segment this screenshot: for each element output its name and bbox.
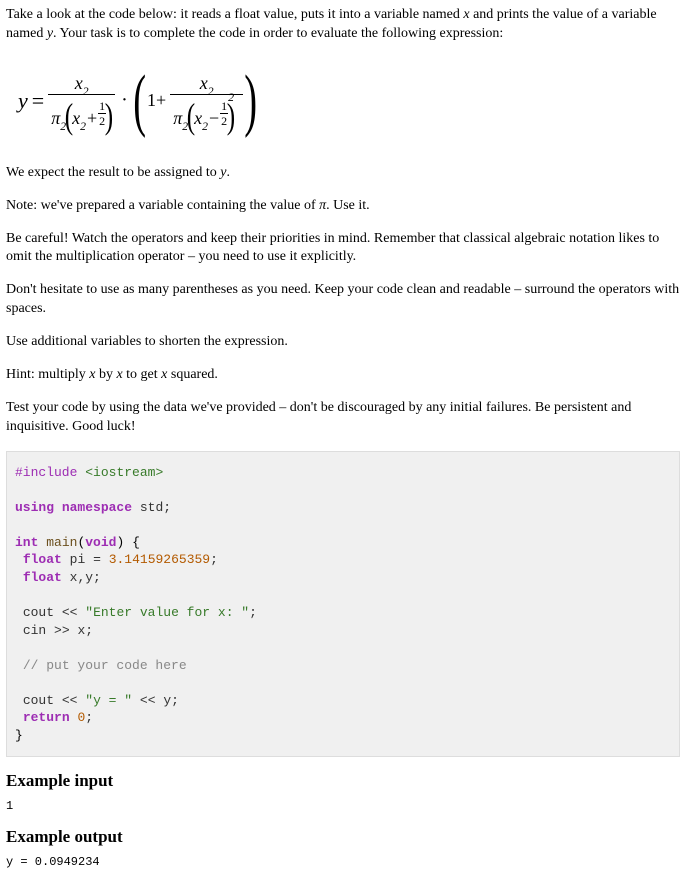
tok-float-1: float (23, 552, 62, 567)
test-paragraph: Test your code by using the data we've p… (6, 399, 680, 437)
tok-gtgt: >> (54, 623, 70, 638)
intro-text-3: . Your task is to complete the code in o… (53, 26, 503, 41)
tok-comment: // put your code here (23, 658, 187, 673)
tok-semi-1: ; (163, 500, 171, 515)
note-paragraph: Note: we've prepared a variable containi… (6, 197, 680, 216)
note-text: Note: we've prepared a variable containi… (6, 198, 319, 213)
tok-float-2: float (23, 570, 62, 585)
example-input-value: 1 (6, 799, 680, 813)
tok-ystr: "y = " (85, 693, 132, 708)
tok-return: return (23, 710, 70, 725)
tok-xy: x,y (70, 570, 93, 585)
tok-cin: cin (23, 623, 46, 638)
example-output-value: y = 0.0949234 (6, 855, 680, 869)
code-block: #include <iostream> using namespace std;… (6, 451, 680, 758)
tok-ltlt-2: << (62, 693, 78, 708)
parens-paragraph: Don't hesitate to use as many parenthese… (6, 281, 680, 319)
tok-iostream: <iostream> (85, 465, 163, 480)
hint-paragraph: Hint: multiply x by x to get x squared. (6, 366, 680, 385)
tok-semi-7: ; (85, 710, 93, 725)
tok-semi-2: ; (210, 552, 218, 567)
tok-semi-4: ; (249, 605, 257, 620)
additional-paragraph: Use additional variables to shorten the … (6, 333, 680, 352)
tok-y: y (163, 693, 171, 708)
hint-a: Hint: multiply (6, 367, 89, 382)
example-output-heading: Example output (6, 827, 680, 847)
tok-semi-3: ; (93, 570, 101, 585)
tok-using: using (15, 500, 54, 515)
tok-eq: = (93, 552, 101, 567)
tok-main: main (46, 535, 77, 550)
hint-c: to get (123, 367, 162, 382)
formula: y= x2 π2(x2+12) · ( 1+ x2 π2(x2−12)2 ) (18, 66, 680, 136)
hint-d: squared. (167, 367, 218, 382)
careful-paragraph: Be careful! Watch the operators and keep… (6, 230, 680, 268)
note-end: . Use it. (326, 198, 370, 213)
tok-namespace: namespace (62, 500, 132, 515)
tok-prompt: "Enter value for x: " (85, 605, 249, 620)
tok-int: int (15, 535, 38, 550)
intro-text-1: Take a look at the code below: it reads … (6, 7, 463, 22)
expect-text: We expect the result to be assigned to (6, 165, 220, 180)
tok-pi: pi (70, 552, 86, 567)
example-input-heading: Example input (6, 771, 680, 791)
tok-pival: 3.14159265359 (109, 552, 210, 567)
hint-b: by (95, 367, 116, 382)
tok-ltlt-3: << (140, 693, 156, 708)
tok-std: std (140, 500, 163, 515)
tok-cout-1: cout (23, 605, 54, 620)
tok-include: #include (15, 465, 77, 480)
intro-paragraph: Take a look at the code below: it reads … (6, 6, 680, 44)
tok-ltlt-1: << (62, 605, 78, 620)
tok-semi-5: ; (85, 623, 93, 638)
tok-cout-2: cout (23, 693, 54, 708)
tok-semi-6: ; (171, 693, 179, 708)
expect-paragraph: We expect the result to be assigned to y… (6, 164, 680, 183)
expect-end: . (226, 165, 230, 180)
tok-void: void (85, 535, 116, 550)
